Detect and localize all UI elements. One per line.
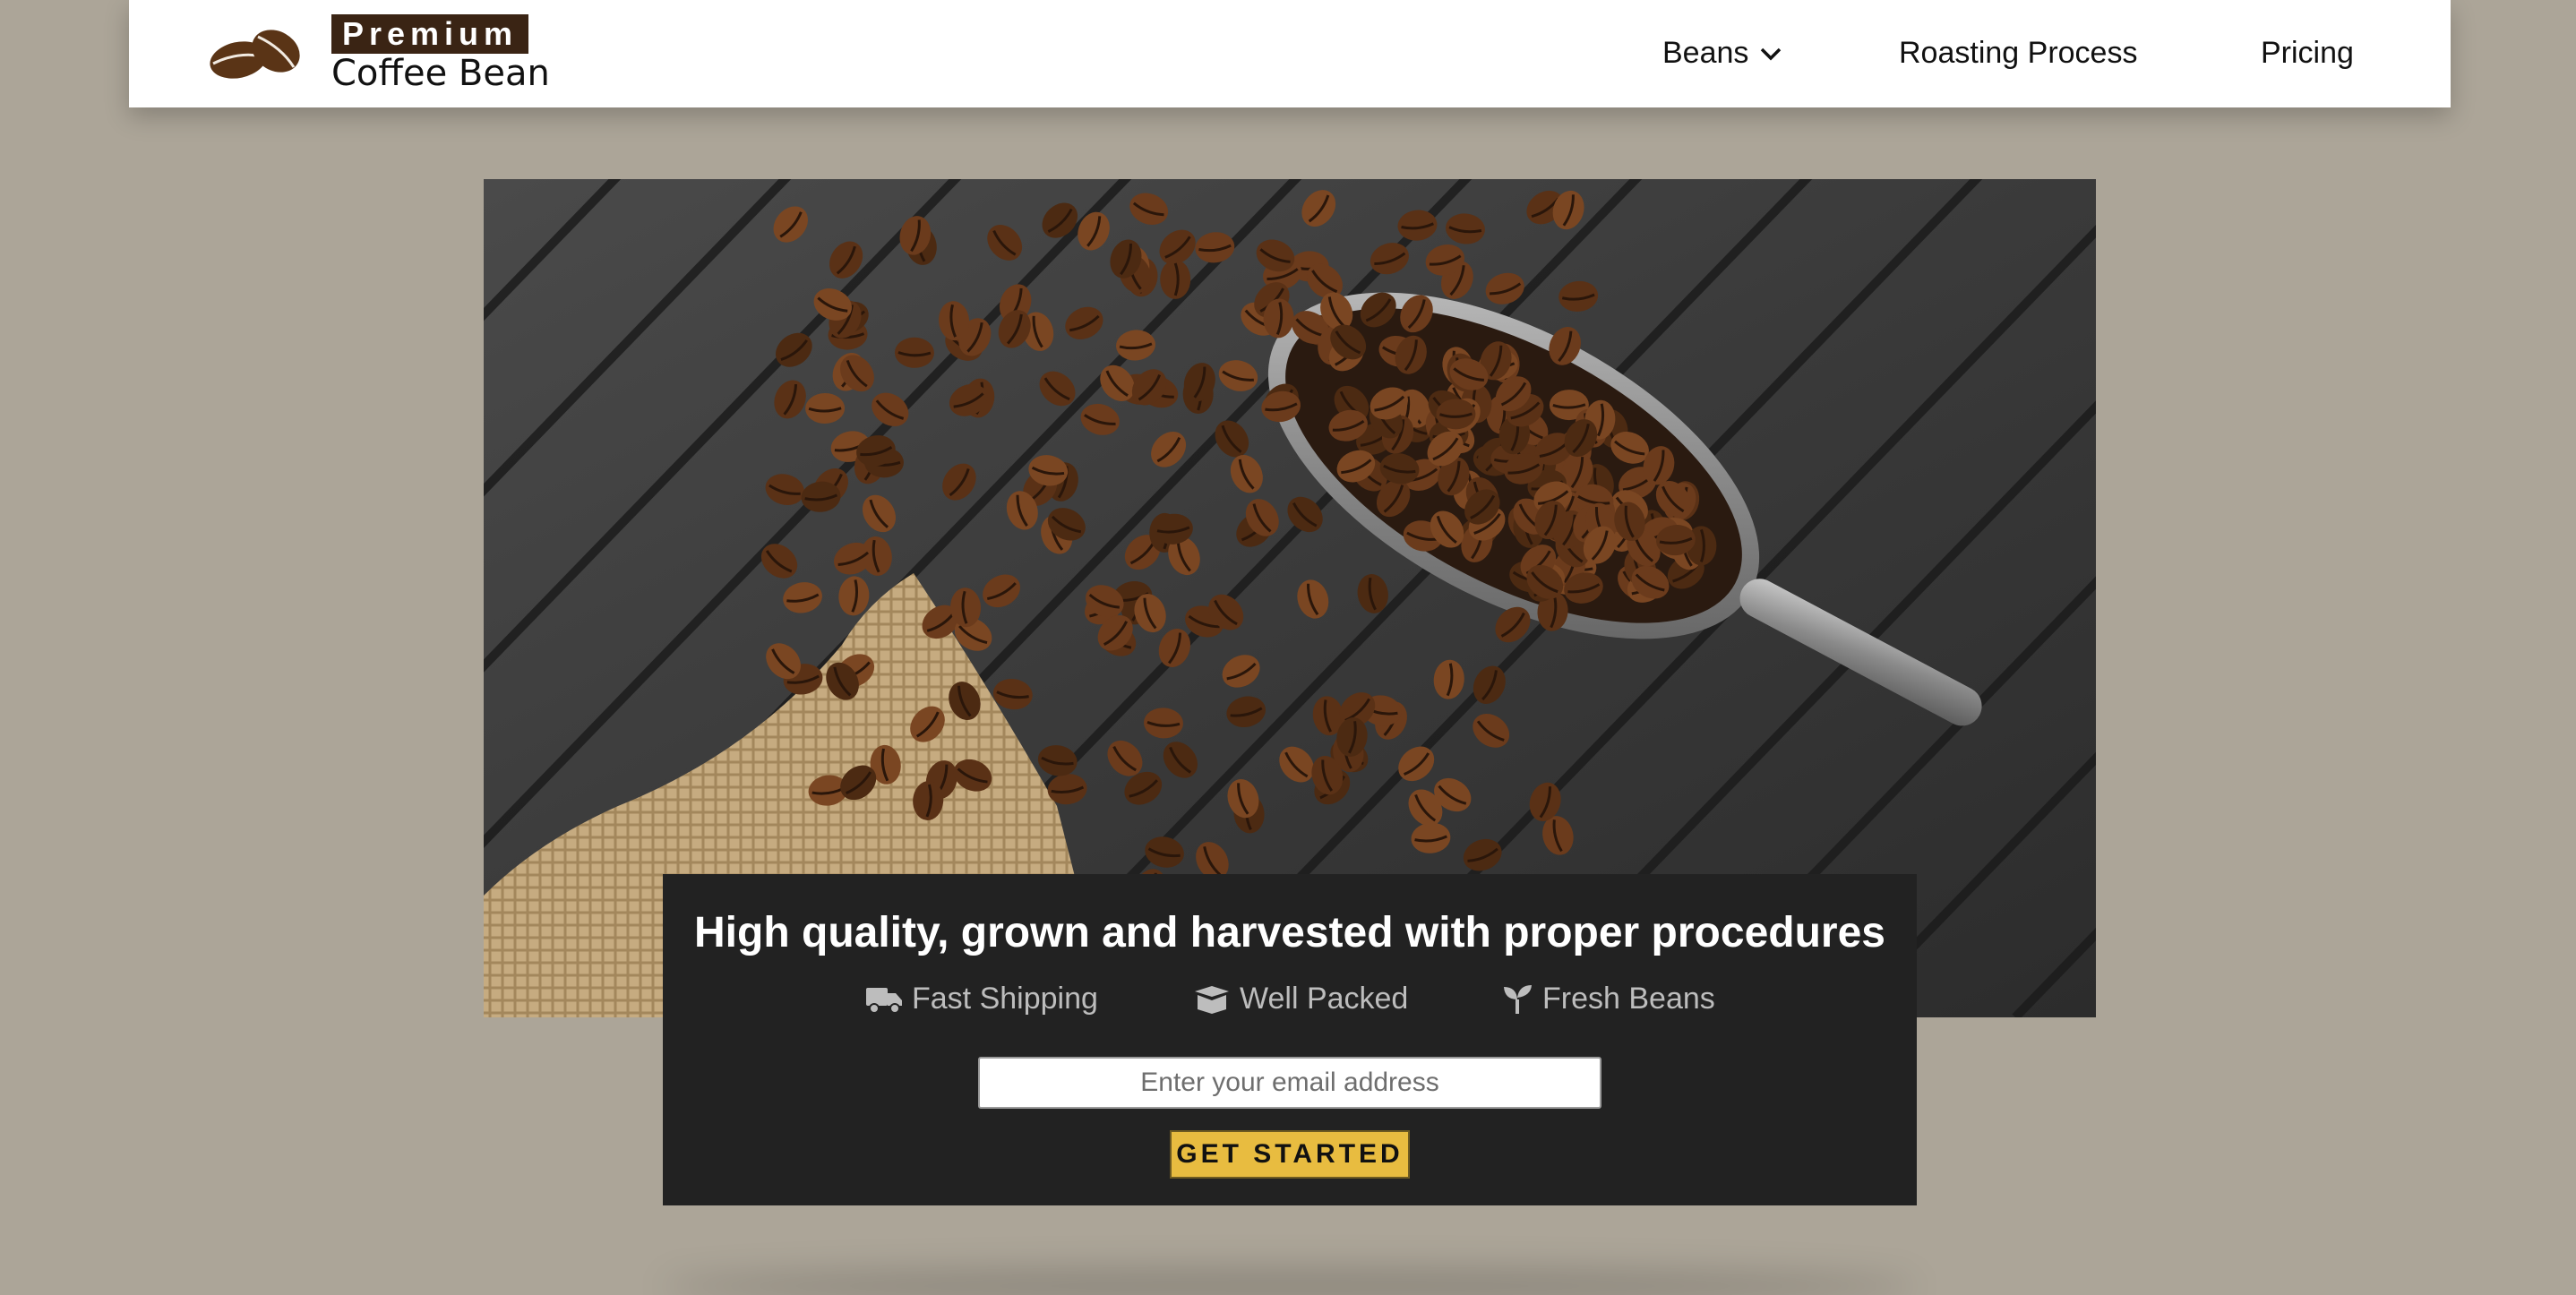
sprout-icon [1504, 984, 1532, 1014]
nav-item-pricing[interactable]: Pricing [2261, 36, 2354, 71]
cta-shadow [663, 1268, 1917, 1295]
feature-fast-shipping: Fast Shipping [865, 982, 1098, 1016]
feature-label: Fresh Beans [1542, 982, 1715, 1016]
brand-name-label: Coffee Bean [331, 53, 550, 94]
nav-item-roasting-process[interactable]: Roasting Process [1899, 36, 2137, 71]
chevron-down-icon [1761, 47, 1782, 60]
signup-panel: High quality, grown and harvested with p… [663, 874, 1917, 1205]
feature-label: Well Packed [1240, 982, 1409, 1016]
feature-list: Fast Shipping Well Packed Fresh Beans [663, 982, 1917, 1026]
coffee-beans-icon [210, 30, 300, 79]
email-input[interactable] [978, 1057, 1601, 1109]
page: Premium Coffee Bean Beans Roasting Proce… [0, 0, 2576, 1295]
feature-label: Fast Shipping [912, 982, 1098, 1016]
feature-well-packed: Well Packed [1193, 982, 1408, 1016]
feature-fresh-beans: Fresh Beans [1501, 982, 1715, 1016]
truck-icon [866, 987, 902, 1014]
nav-item-beans[interactable]: Beans [1662, 36, 1782, 71]
brand-premium-label: Premium [331, 14, 528, 54]
brand-logo[interactable]: Premium Coffee Bean [208, 14, 550, 94]
get-started-button[interactable]: GET STARTED [1170, 1130, 1410, 1179]
site-header: Premium Coffee Bean Beans Roasting Proce… [129, 0, 2451, 107]
box-icon [1195, 985, 1229, 1014]
cta-headline: High quality, grown and harvested with p… [694, 909, 1885, 956]
nav-item-beans-label: Beans [1662, 36, 1749, 70]
